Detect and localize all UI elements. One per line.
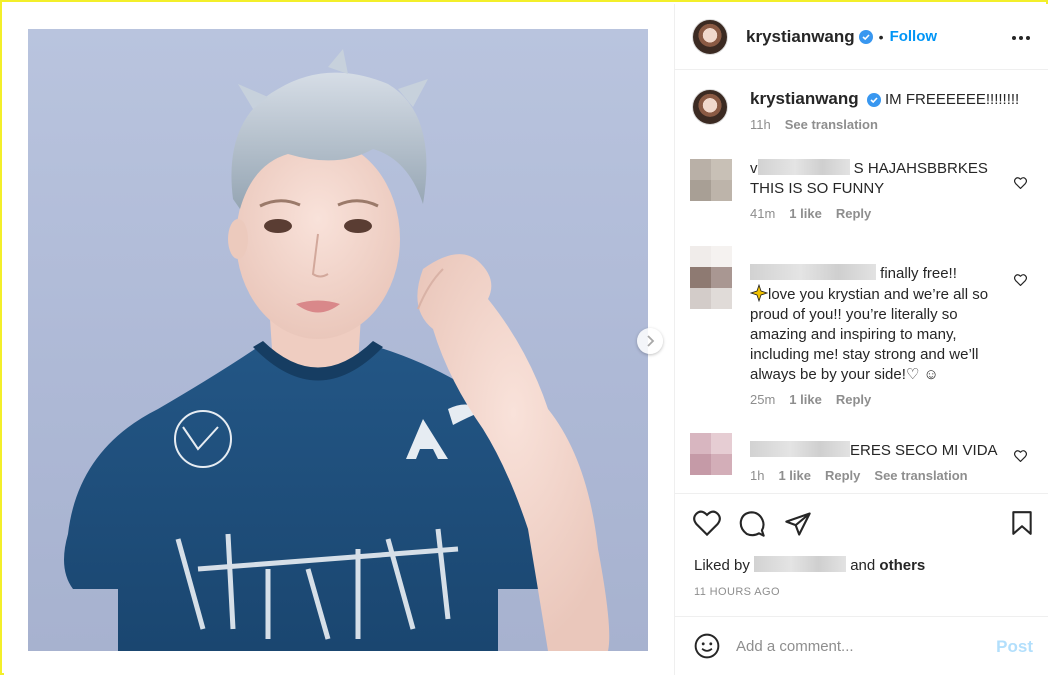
post-comment-button[interactable]: Post (996, 637, 1033, 657)
bookmark-icon[interactable] (1010, 510, 1034, 536)
heart-icon[interactable] (1014, 450, 1027, 462)
separator-dot: • (878, 28, 884, 45)
see-translation-link[interactable]: See translation (785, 117, 878, 132)
comment-likes[interactable]: 1 like (789, 392, 822, 407)
comment-text: ERES SECO MI VIDA (850, 442, 998, 459)
liked-by-text: Liked by and others (694, 556, 925, 574)
emoji-icon[interactable] (694, 633, 720, 659)
more-icon[interactable] (1011, 28, 1031, 48)
reply-button[interactable]: Reply (836, 206, 871, 221)
redacted-username (750, 264, 876, 280)
post-media-area (4, 4, 674, 675)
comment-item: finally free!! love you krystian and we’… (690, 246, 1035, 407)
share-icon[interactable] (784, 510, 812, 538)
post-sidebar: krystianwang • Follow krystianwang IM FR… (674, 4, 1048, 675)
redacted-username (750, 441, 850, 457)
comment-likes[interactable]: 1 like (789, 206, 822, 221)
post-actions: Liked by and others 11 HOURS AGO (675, 493, 1048, 628)
commenter-avatar[interactable] (690, 159, 732, 201)
comment-username-prefix[interactable]: v (750, 160, 758, 177)
liked-by-others-link[interactable]: others (879, 557, 925, 574)
redacted-username (757, 159, 850, 175)
window-frame: krystianwang • Follow krystianwang IM FR… (0, 0, 1048, 675)
comment-icon[interactable] (738, 510, 766, 538)
caption-username[interactable]: krystianwang (750, 89, 859, 108)
follow-button[interactable]: Follow (890, 28, 938, 45)
author-username[interactable]: krystianwang (746, 27, 855, 47)
caption-text: IM FREEEEEE!!!!!!!! (885, 91, 1020, 108)
comment-text-continued: love you krystian and we’re all so proud… (750, 286, 989, 383)
post-photo (28, 29, 648, 651)
verified-icon (866, 93, 881, 108)
see-translation-link[interactable]: See translation (874, 468, 967, 483)
caption-avatar[interactable] (692, 89, 728, 125)
post-header: krystianwang • Follow (675, 4, 1048, 70)
comment-likes[interactable]: 1 like (778, 468, 811, 483)
post-caption: krystianwang IM FREEEEEE!!!!!!!! 11h See… (692, 89, 1037, 132)
comment-item: ERES SECO MI VIDA 1h 1 like Reply See tr… (690, 433, 1035, 483)
commenter-avatar[interactable] (690, 433, 732, 475)
post-timestamp: 11 HOURS AGO (694, 586, 780, 598)
comment-time: 25m (750, 392, 776, 407)
author-avatar[interactable] (692, 18, 728, 55)
verified-icon (858, 29, 873, 44)
heart-icon[interactable] (1014, 274, 1027, 286)
comments-list: krystianwang IM FREEEEEE!!!!!!!! 11h See… (675, 71, 1048, 492)
heart-icon[interactable] (1014, 177, 1027, 189)
redacted-username (754, 556, 847, 572)
comment-item: v S HAJAHSBBRKES THIS IS SO FUNNY 41m 1 … (690, 159, 1035, 221)
liked-by-prefix: Liked by (694, 557, 750, 574)
comment-time: 41m (750, 206, 776, 221)
add-comment-bar: Post (675, 616, 1048, 675)
next-photo-button[interactable] (637, 328, 663, 354)
comment-time: 1h (750, 468, 765, 483)
comment-input[interactable] (736, 637, 986, 655)
portrait-illustration (64, 49, 610, 651)
comment-text: finally free!! (880, 265, 957, 282)
liked-by-and: and (850, 557, 876, 574)
like-icon[interactable] (693, 510, 721, 536)
next-arrow-icon (647, 335, 655, 347)
reply-button[interactable]: Reply (836, 392, 871, 407)
reply-button[interactable]: Reply (825, 468, 860, 483)
caption-time: 11h (750, 117, 771, 132)
commenter-avatar[interactable] (690, 246, 732, 309)
sparkles-icon (749, 283, 769, 303)
